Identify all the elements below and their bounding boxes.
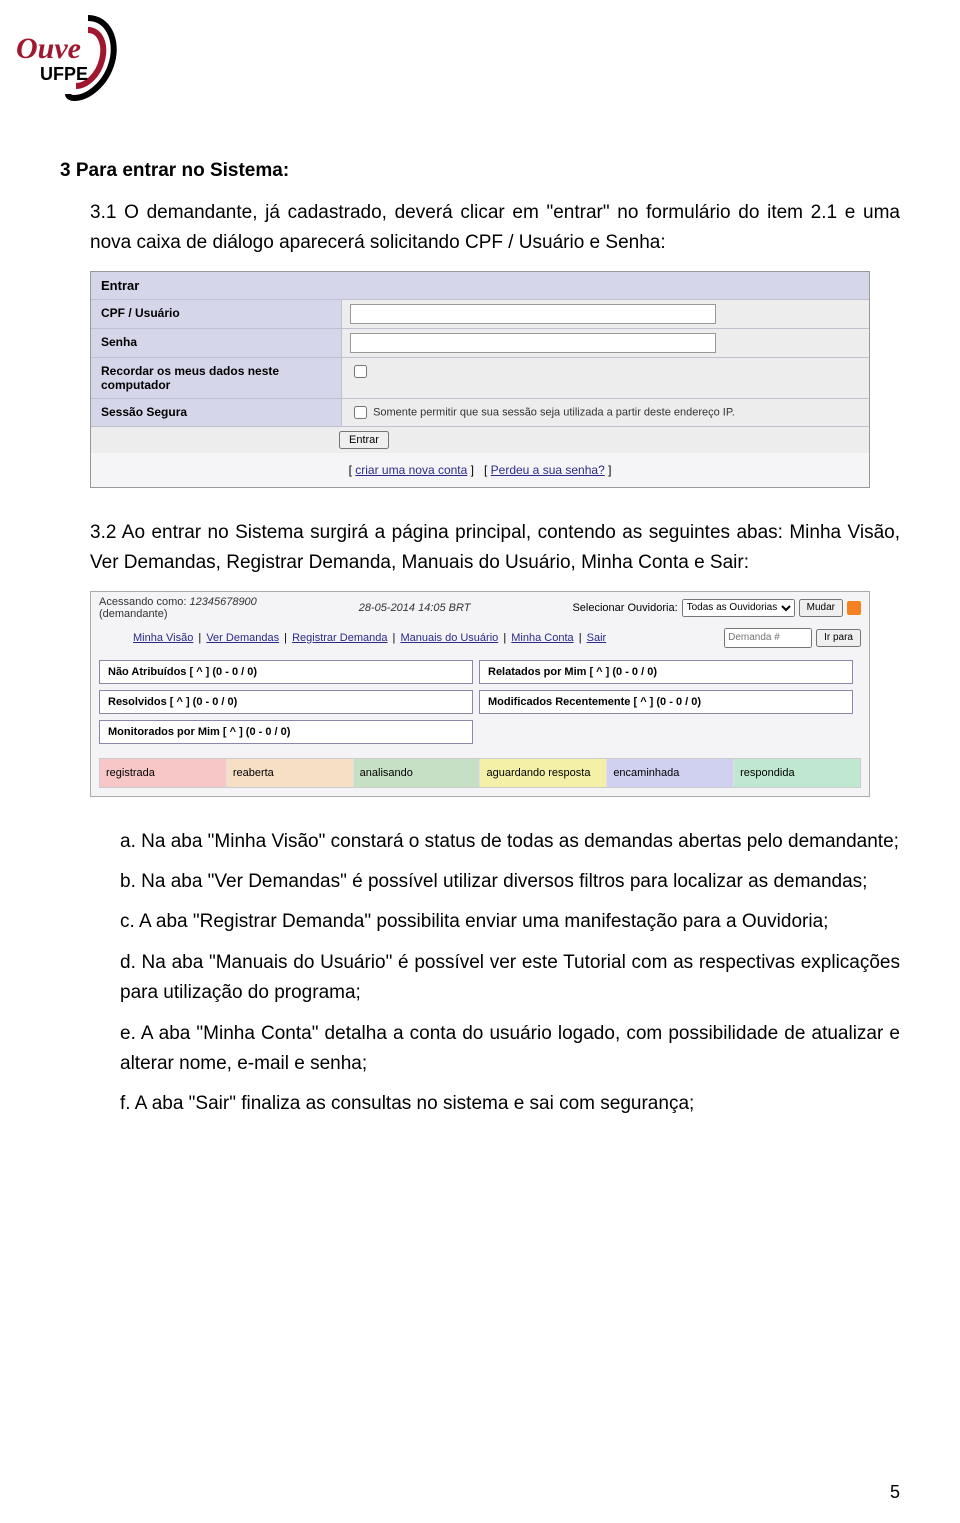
item-b: b. Na aba "Ver Demandas" é possível util… [120, 867, 900, 897]
timestamp: 28-05-2014 14:05 BRT [359, 602, 471, 614]
status-analisando: analisando [354, 759, 481, 787]
paragraph-3-1: 3.1 O demandante, já cadastrado, deverá … [90, 198, 900, 259]
panel-resolvidos[interactable]: Resolvidos [ ^ ] (0 - 0 / 0) [99, 690, 473, 714]
mudar-button[interactable]: Mudar [799, 599, 843, 617]
status-encaminhada: encaminhada [607, 759, 734, 787]
item-d: d. Na aba "Manuais do Usuário" é possíve… [120, 948, 900, 1009]
cpf-input[interactable] [350, 304, 716, 324]
rss-icon[interactable] [847, 601, 861, 615]
tab-sair[interactable]: Sair [587, 632, 607, 644]
demanda-search[interactable] [724, 628, 812, 648]
status-aguardando: aguardando resposta [480, 759, 607, 787]
ouvidoria-select[interactable]: Todas as Ouvidorias [682, 599, 795, 617]
ouvidoria-label: Selecionar Ouvidoria: [572, 602, 677, 614]
status-respondida: respondida [734, 759, 860, 787]
logo-brand-text: Ouve [16, 32, 81, 65]
entrar-button[interactable]: Entrar [339, 431, 389, 449]
senha-label: Senha [91, 329, 342, 357]
criar-conta-link[interactable]: criar uma nova conta [355, 463, 467, 477]
irpara-button[interactable]: Ir para [816, 629, 861, 647]
page-number: 5 [890, 1482, 900, 1503]
status-reaberta: reaberta [227, 759, 354, 787]
tab-ver-demandas[interactable]: Ver Demandas [206, 632, 279, 644]
section-heading: 3 Para entrar no Sistema: [60, 160, 900, 182]
panel-monitorados[interactable]: Monitorados por Mim [ ^ ] (0 - 0 / 0) [99, 720, 473, 744]
dashboard-screenshot: Acessando como: 12345678900 (demandante)… [90, 591, 870, 797]
logo-sub-text: UFPE [40, 64, 88, 84]
status-registrada: registrada [100, 759, 227, 787]
item-f: f. A aba "Sair" finaliza as consultas no… [120, 1089, 900, 1119]
sessao-hint: Somente permitir que sua sessão seja uti… [373, 406, 735, 418]
perdeu-senha-link[interactable]: Perdeu a sua senha? [491, 463, 605, 477]
cpf-label: CPF / Usuário [91, 300, 342, 328]
tab-minha-conta[interactable]: Minha Conta [511, 632, 573, 644]
panel-modificados[interactable]: Modificados Recentemente [ ^ ] (0 - 0 / … [479, 690, 853, 714]
sessao-checkbox[interactable] [354, 406, 367, 419]
item-c: c. A aba "Registrar Demanda" possibilita… [120, 907, 900, 937]
panel-relatados[interactable]: Relatados por Mim [ ^ ] (0 - 0 / 0) [479, 660, 853, 684]
logo: Ouve UFPE [10, 10, 140, 110]
item-e: e. A aba "Minha Conta" detalha a conta d… [120, 1019, 900, 1080]
panel-nao-atribuidos[interactable]: Não Atribuídos [ ^ ] (0 - 0 / 0) [99, 660, 473, 684]
sessao-label: Sessão Segura [91, 399, 342, 426]
paragraph-3-2: 3.2 Ao entrar no Sistema surgirá a págin… [90, 518, 900, 579]
nav-tabs: Minha Visão | Ver Demandas | Registrar D… [131, 632, 608, 644]
tab-manuais[interactable]: Manuais do Usuário [400, 632, 498, 644]
tab-registrar-demanda[interactable]: Registrar Demanda [292, 632, 387, 644]
login-header: Entrar [91, 272, 869, 300]
recordar-label: Recordar os meus dados neste computador [91, 358, 342, 398]
senha-input[interactable] [350, 333, 716, 353]
item-a: a. Na aba "Minha Visão" constará o statu… [120, 827, 900, 857]
status-legend: registrada reaberta analisando aguardand… [99, 758, 861, 788]
access-info: Acessando como: 12345678900 (demandante) [99, 596, 257, 620]
login-links-row: [ criar uma nova conta ] [ Perdeu a sua … [91, 453, 869, 487]
recordar-checkbox[interactable] [354, 365, 367, 378]
login-form-screenshot: Entrar CPF / Usuário Senha Recordar os m… [90, 271, 870, 488]
tab-minha-visao[interactable]: Minha Visão [133, 632, 193, 644]
